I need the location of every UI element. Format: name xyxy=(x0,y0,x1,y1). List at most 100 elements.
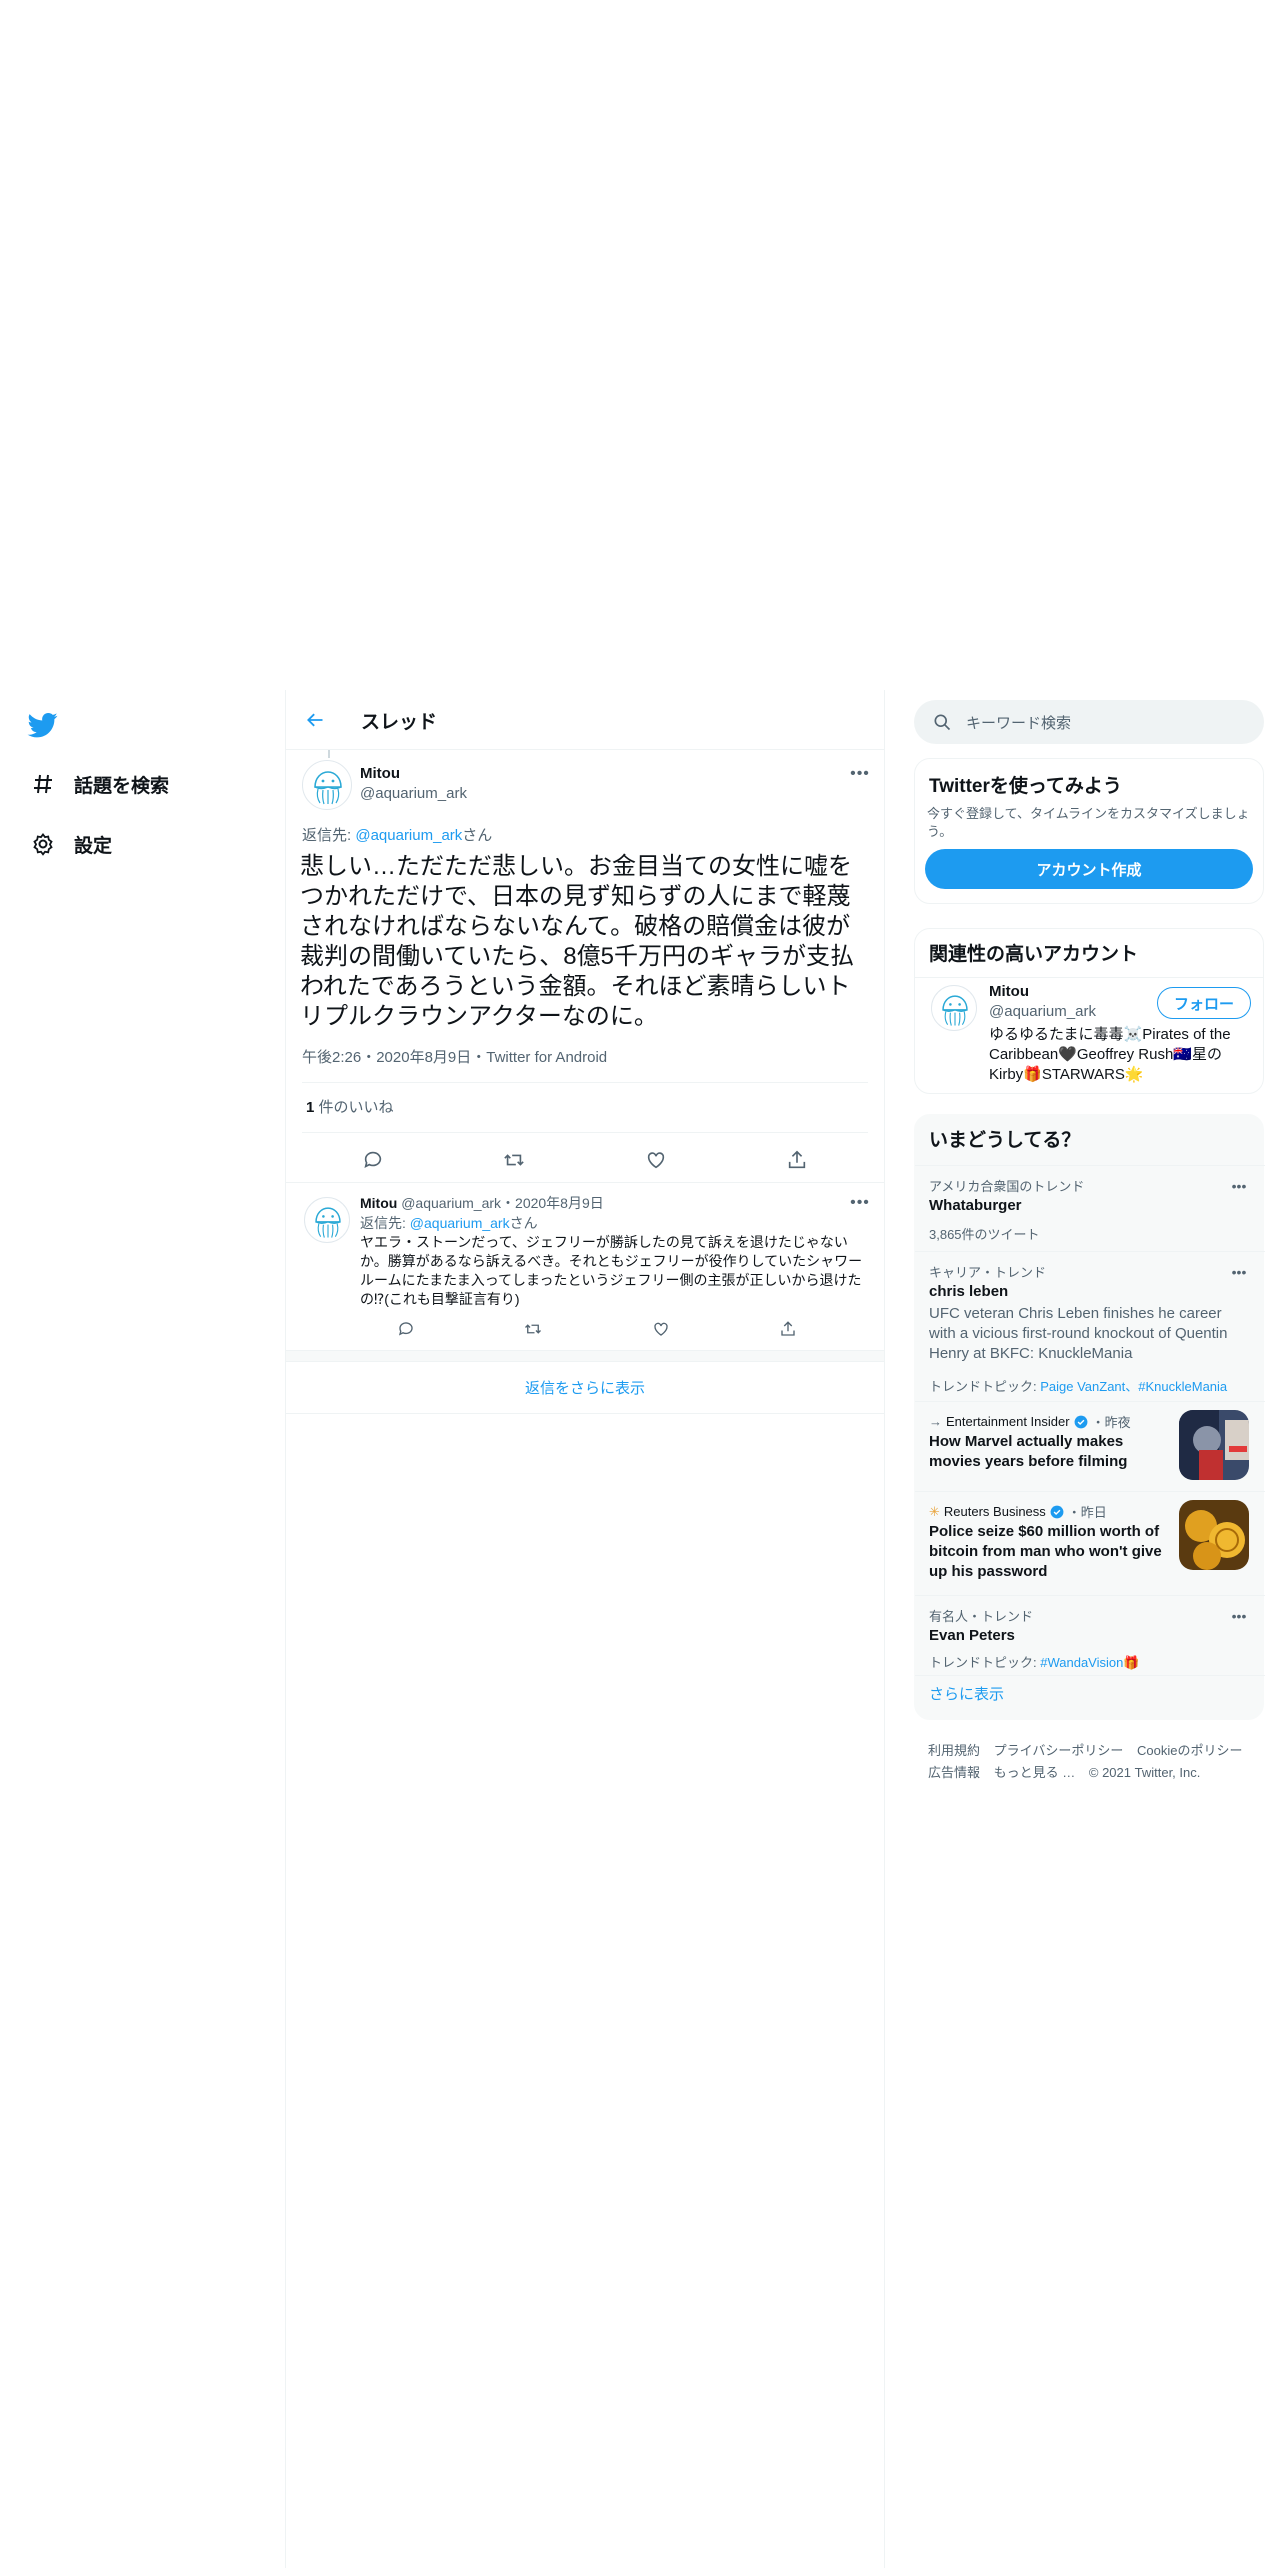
author-name[interactable]: Mitou xyxy=(360,1195,397,1211)
reply-prefix: 返信先: xyxy=(302,827,356,844)
nav-explore-label: 話題を検索 xyxy=(74,775,170,797)
trend-topic-links[interactable]: Paige VanZant、#KnuckleMania xyxy=(1040,1379,1227,1394)
footer-link-privacy[interactable]: プライバシーポリシー xyxy=(994,1743,1124,1758)
trend-description: UFC veteran Chris Leben finishes he care… xyxy=(929,1305,1228,1362)
trend-item[interactable]: アメリカ合衆国のトレンド ••• Whataburger 3,865件のツイート xyxy=(915,1165,1265,1251)
main-column: スレッド Mitou @aquarium_ark ••• 返信先: @aquar… xyxy=(285,690,885,2568)
footer-link-more[interactable]: もっと見る … xyxy=(994,1765,1076,1780)
avatar[interactable] xyxy=(931,985,977,1031)
reply-prefix: 返信先: xyxy=(360,1215,410,1231)
like-icon[interactable] xyxy=(643,1311,679,1347)
related-account-handle[interactable]: @aquarium_ark xyxy=(989,1003,1096,1020)
trends-card: いまどうしてる？ アメリカ合衆国のトレンド ••• Whataburger 3,… xyxy=(914,1114,1265,1720)
news-item[interactable]: ✳ Reuters Business ・昨日 Police seize $60 … xyxy=(915,1491,1265,1595)
more-options-icon[interactable]: ••• xyxy=(848,1193,872,1213)
search-icon xyxy=(932,712,952,732)
tweet-actions xyxy=(302,1142,868,1180)
news-source: ✳ Reuters Business ・昨日 xyxy=(929,1502,1107,1521)
signup-description: 今すぐ登録して、タイムラインをカスタマイズしましょう。 xyxy=(927,806,1250,839)
news-source-name: Entertainment Insider xyxy=(946,1414,1070,1429)
reply-handle-link[interactable]: @aquarium_ark xyxy=(410,1215,510,1231)
focused-tweet: Mitou @aquarium_ark ••• 返信先: @aquarium_a… xyxy=(286,750,884,1182)
divider xyxy=(915,1675,1265,1676)
author-name[interactable]: Mitou xyxy=(360,765,400,782)
share-icon[interactable] xyxy=(770,1311,806,1347)
show-more-trends-link[interactable]: さらに表示 xyxy=(929,1683,1004,1704)
show-more-replies-button[interactable]: 返信をさらに表示 xyxy=(286,1362,884,1414)
retweet-icon[interactable] xyxy=(515,1311,551,1347)
related-accounts-card: 関連性の高いアカウント Mitou @aquarium_ark フォロー ゆるゆ… xyxy=(914,928,1264,1094)
verified-badge-icon xyxy=(1074,1415,1087,1428)
reply-tweet[interactable]: Mitou @aquarium_ark・2020年8月9日 ••• 返信先: @… xyxy=(286,1182,884,1350)
search-input[interactable]: キーワード検索 xyxy=(914,700,1264,744)
divider xyxy=(302,1132,868,1133)
avatar[interactable] xyxy=(304,1197,350,1243)
retweet-icon[interactable] xyxy=(496,1142,532,1178)
trend-topic-label: トレンドトピック: xyxy=(929,1379,1041,1394)
avatar[interactable] xyxy=(302,760,352,810)
more-options-icon[interactable]: ••• xyxy=(1227,1178,1251,1194)
trend-topics: トレンドトピック: #WandaVision🎁 xyxy=(929,1652,1140,1671)
thread-connector xyxy=(328,750,330,758)
nav-settings-label: 設定 xyxy=(74,835,113,857)
trend-meta: キャリア・トレンド xyxy=(929,1265,1047,1280)
trend-title: chris leben xyxy=(929,1283,1009,1300)
more-options-icon[interactable]: ••• xyxy=(1227,1608,1251,1624)
nav-explore[interactable]: 話題を検索 xyxy=(28,766,169,802)
news-thumbnail xyxy=(1179,1410,1249,1480)
page-title: スレッド xyxy=(361,712,438,733)
news-time: ・昨夜 xyxy=(1091,1415,1131,1430)
hashtag-icon xyxy=(28,769,58,799)
trend-title: Whataburger xyxy=(929,1197,1022,1214)
trend-topic-links[interactable]: #WandaVision🎁 xyxy=(1040,1655,1139,1670)
back-arrow-icon[interactable] xyxy=(300,705,330,735)
tweet-text: 悲しい…ただただ悲しい。お金目当ての女性に嘘をつかれただけで、日本の見ず知らずの… xyxy=(300,853,854,1030)
trend-item[interactable]: 有名人・トレンド ••• Evan Peters トレンドトピック: #Wand… xyxy=(915,1595,1265,1675)
more-options-icon[interactable]: ••• xyxy=(1227,1264,1251,1280)
create-account-button[interactable]: アカウント作成 xyxy=(925,849,1253,889)
search-placeholder: キーワード検索 xyxy=(966,714,1072,732)
thread-header: スレッド xyxy=(286,690,884,750)
signup-card: Twitterを使ってみよう 今すぐ登録して、タイムラインをカスタマイズしましょ… xyxy=(914,758,1264,904)
reply-header: Mitou @aquarium_ark・2020年8月9日 xyxy=(360,1193,604,1213)
news-source: → Entertainment Insider ・昨夜 xyxy=(929,1412,1131,1431)
gear-icon xyxy=(28,829,58,859)
related-account-name[interactable]: Mitou xyxy=(989,983,1029,1000)
nav-settings[interactable]: 設定 xyxy=(28,826,112,862)
reply-icon[interactable] xyxy=(388,1311,424,1347)
like-icon[interactable] xyxy=(638,1142,674,1178)
follow-button[interactable]: フォロー xyxy=(1157,987,1251,1019)
news-title: Police seize $60 million worth of bitcoi… xyxy=(929,1523,1162,1580)
news-title: How Marvel actually makes movies years b… xyxy=(929,1433,1128,1470)
news-item[interactable]: → Entertainment Insider ・昨夜 How Marvel a… xyxy=(915,1401,1265,1491)
share-icon[interactable] xyxy=(779,1142,815,1178)
trend-meta: 有名人・トレンド xyxy=(929,1609,1034,1624)
news-time: ・昨日 xyxy=(1067,1505,1107,1520)
divider xyxy=(302,1082,868,1083)
trend-meta: アメリカ合衆国のトレンド xyxy=(929,1179,1085,1194)
author-handle-date[interactable]: @aquarium_ark・2020年8月9日 xyxy=(401,1195,604,1211)
tweet-actions xyxy=(342,1311,852,1341)
reuters-logo-icon: ✳ xyxy=(929,1503,940,1519)
tweet-timestamp[interactable]: 午後2:26・2020年8月9日・Twitter for Android xyxy=(302,1046,607,1067)
likes-label: 件のいいね xyxy=(314,1099,394,1116)
trend-topics: トレンドトピック: Paige VanZant、#KnuckleMania xyxy=(929,1376,1227,1395)
news-thumbnail xyxy=(1179,1500,1249,1570)
footer-link-terms[interactable]: 利用規約 xyxy=(928,1743,980,1758)
footer-link-ads[interactable]: 広告情報 xyxy=(928,1765,980,1780)
trends-title: いまどうしてる？ xyxy=(929,1130,1081,1151)
replying-to: 返信先: @aquarium_arkさん xyxy=(302,824,492,845)
reply-icon[interactable] xyxy=(355,1142,391,1178)
trend-item[interactable]: キャリア・トレンド ••• chris leben UFC veteran Ch… xyxy=(915,1251,1265,1401)
trend-title: Evan Peters xyxy=(929,1627,1015,1644)
footer-link-cookies[interactable]: Cookieのポリシー xyxy=(1137,1743,1242,1758)
author-handle[interactable]: @aquarium_ark xyxy=(360,785,467,802)
news-source-name: Reuters Business xyxy=(943,1504,1046,1519)
divider xyxy=(915,977,1263,978)
footer-copyright: © 2021 Twitter, Inc. xyxy=(1088,1765,1201,1780)
reply-handle-link[interactable]: @aquarium_ark xyxy=(355,827,462,844)
tweet-text: ヤエラ・ストーンだって、ジェフリーが勝訴したの見て訴えを退けたじゃないか。勝算が… xyxy=(360,1234,863,1307)
more-options-icon[interactable]: ••• xyxy=(848,764,872,784)
twitter-logo-icon[interactable] xyxy=(26,710,60,740)
likes-count[interactable]: 1 件のいいね xyxy=(306,1096,394,1117)
